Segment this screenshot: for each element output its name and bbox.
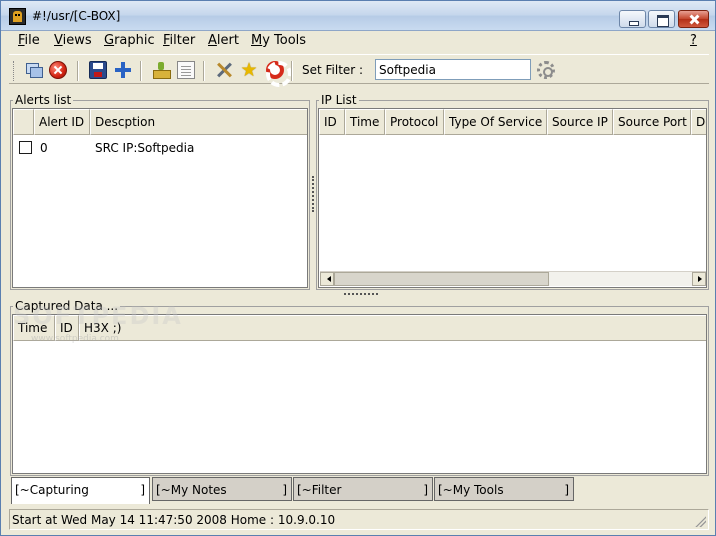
main-window: #!/usr/[C-BOX] File Views Graphic Filter… bbox=[0, 0, 716, 536]
ip-header-time[interactable]: Time bbox=[345, 109, 385, 135]
gear-icon[interactable] bbox=[537, 61, 555, 79]
menu-file[interactable]: File bbox=[18, 33, 40, 48]
captured-data-table[interactable]: Time ID H3X ;) bbox=[12, 314, 707, 474]
captured-header-hex[interactable]: H3X ;) bbox=[79, 315, 706, 341]
resize-grip-icon[interactable] bbox=[694, 515, 706, 527]
lifebuoy-icon[interactable] bbox=[266, 61, 292, 87]
menu-help[interactable]: ? bbox=[690, 33, 697, 48]
stamp-icon[interactable] bbox=[152, 61, 171, 79]
ip-header-destination[interactable]: De bbox=[691, 109, 706, 135]
tab-my-notes-bracket: ] bbox=[282, 483, 287, 497]
filter-input[interactable] bbox=[375, 59, 531, 80]
tab-my-notes[interactable]: [~My Notes ] bbox=[152, 477, 292, 501]
tab-capturing-label: [~Capturing bbox=[15, 483, 89, 497]
status-bar: Start at Wed May 14 11:47:50 2008 Home :… bbox=[9, 509, 709, 530]
stop-icon[interactable] bbox=[49, 61, 67, 79]
windows-icon[interactable] bbox=[25, 61, 43, 79]
add-icon[interactable] bbox=[114, 61, 132, 79]
menu-my-tools[interactable]: My Tools bbox=[251, 33, 306, 48]
ip-list-horizontal-scrollbar[interactable] bbox=[320, 271, 706, 286]
menu-views[interactable]: Views bbox=[54, 33, 92, 48]
toolbar-separator bbox=[291, 61, 293, 81]
vertical-splitter[interactable] bbox=[312, 176, 315, 212]
ip-list-table[interactable]: ID Time Protocol Type Of Service Source … bbox=[318, 108, 707, 288]
alerts-header-id[interactable]: Alert ID bbox=[34, 109, 90, 135]
tab-my-tools[interactable]: [~My Tools ] bbox=[434, 477, 574, 501]
ip-header-id[interactable]: ID bbox=[319, 109, 345, 135]
tab-filter[interactable]: [~Filter ] bbox=[293, 477, 433, 501]
alerts-header-check[interactable] bbox=[13, 109, 34, 135]
app-icon[interactable] bbox=[9, 8, 26, 25]
title-bar[interactable]: #!/usr/[C-BOX] bbox=[1, 1, 715, 31]
tab-filter-label: [~Filter bbox=[297, 483, 342, 497]
minimize-button[interactable] bbox=[619, 10, 646, 28]
alerts-group: Alerts list Alert ID Descption 0 SRC IP:… bbox=[10, 93, 310, 290]
filter-label: Set Filter : bbox=[302, 63, 364, 77]
tab-filter-bracket: ] bbox=[423, 483, 428, 497]
save-icon[interactable] bbox=[89, 61, 107, 79]
alert-row-id: 0 bbox=[40, 141, 48, 155]
toolbar-separator bbox=[140, 61, 142, 81]
ip-header-type-of-service[interactable]: Type Of Service bbox=[444, 109, 547, 135]
toolbar-separator bbox=[77, 61, 79, 81]
scroll-thumb[interactable] bbox=[334, 272, 549, 286]
horizontal-splitter[interactable] bbox=[344, 293, 378, 296]
status-text: Start at Wed May 14 11:47:50 2008 Home :… bbox=[12, 513, 336, 527]
tab-capturing-bracket: ] bbox=[140, 483, 145, 497]
captured-header-id[interactable]: ID bbox=[55, 315, 79, 341]
ip-header-source-ip[interactable]: Source IP bbox=[547, 109, 613, 135]
menu-filter[interactable]: Filter bbox=[163, 33, 195, 48]
star-icon[interactable]: ★ bbox=[240, 61, 258, 80]
scroll-left-arrow-icon[interactable] bbox=[320, 272, 334, 286]
alert-row-description: SRC IP:Softpedia bbox=[95, 141, 195, 155]
window-title: #!/usr/[C-BOX] bbox=[32, 9, 121, 23]
captured-data-group: Captured Data ... Time ID H3X ;) bbox=[10, 299, 709, 476]
menu-graphic[interactable]: Graphic bbox=[104, 33, 155, 48]
menu-alert[interactable]: Alert bbox=[208, 33, 239, 48]
toolbar-grip[interactable] bbox=[13, 61, 16, 81]
tools-icon[interactable] bbox=[215, 61, 233, 79]
tab-my-tools-bracket: ] bbox=[564, 483, 569, 497]
alerts-table[interactable]: Alert ID Descption 0 SRC IP:Softpedia bbox=[12, 108, 308, 288]
ip-list-group-title: IP List bbox=[319, 93, 359, 107]
document-icon[interactable] bbox=[177, 61, 195, 79]
captured-data-group-title: Captured Data ... bbox=[13, 299, 121, 313]
toolbar: ★ Set Filter : bbox=[9, 54, 709, 87]
tab-my-tools-label: [~My Tools bbox=[438, 483, 504, 497]
tab-capturing[interactable]: [~Capturing ] bbox=[11, 477, 150, 504]
captured-header-time[interactable]: Time bbox=[13, 315, 55, 341]
ip-header-protocol[interactable]: Protocol bbox=[385, 109, 444, 135]
alerts-group-title: Alerts list bbox=[13, 93, 74, 107]
alert-row-checkbox[interactable] bbox=[19, 141, 32, 154]
close-button[interactable] bbox=[678, 10, 709, 28]
menu-bar: File Views Graphic Filter Alert My Tools… bbox=[1, 31, 715, 51]
toolbar-separator bbox=[203, 61, 205, 81]
maximize-button[interactable] bbox=[648, 10, 675, 28]
ip-header-source-port[interactable]: Source Port bbox=[613, 109, 691, 135]
scroll-right-arrow-icon[interactable] bbox=[692, 272, 706, 286]
ip-list-group: IP List ID Time Protocol Type Of Service… bbox=[316, 93, 709, 290]
tab-my-notes-label: [~My Notes bbox=[156, 483, 227, 497]
alerts-header-description[interactable]: Descption bbox=[90, 109, 307, 135]
